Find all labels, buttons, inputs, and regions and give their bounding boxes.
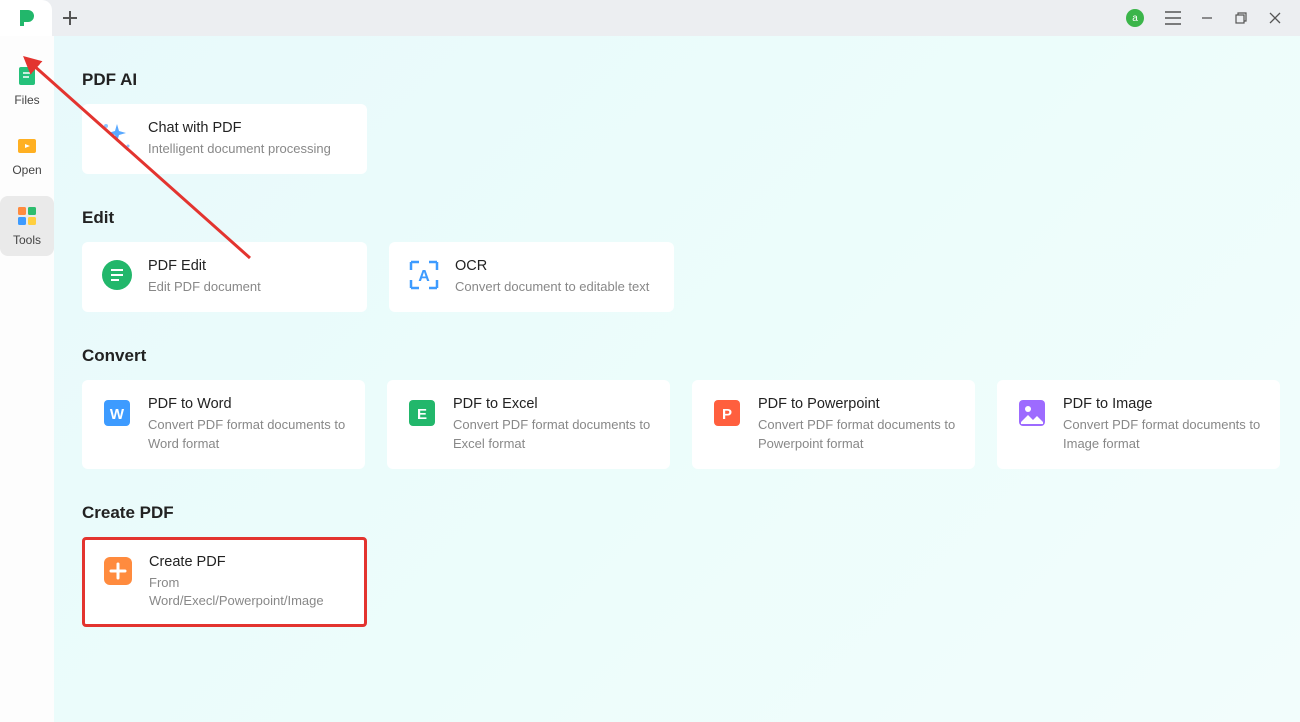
card-pdf-to-powerpoint[interactable]: P PDF to Powerpoint Convert PDF format d… (692, 380, 975, 468)
app-logo-icon (16, 8, 36, 28)
excel-icon: E (407, 398, 437, 428)
main-panel: PDF AI Chat with PDF Intelligent documen… (54, 36, 1300, 722)
card-title: OCR (455, 258, 649, 274)
maximize-icon (1235, 12, 1247, 24)
card-desc: Convert PDF format documents to Powerpoi… (758, 416, 957, 452)
card-title: PDF Edit (148, 258, 261, 274)
card-desc: Convert PDF format documents to Word for… (148, 416, 347, 452)
card-title: PDF to Image (1063, 396, 1262, 412)
user-avatar[interactable]: a (1126, 9, 1144, 27)
card-desc: Edit PDF document (148, 278, 261, 296)
sparkle-icon (100, 120, 134, 154)
card-pdf-edit[interactable]: PDF Edit Edit PDF document (82, 242, 367, 312)
titlebar-right: a (1126, 3, 1300, 33)
svg-text:E: E (417, 406, 427, 423)
sidebar-item-tools[interactable]: Tools (0, 196, 54, 256)
word-icon: W (102, 398, 132, 428)
card-ocr[interactable]: A OCR Convert document to editable text (389, 242, 674, 312)
section-title-edit: Edit (82, 208, 1280, 228)
close-button[interactable] (1260, 3, 1290, 33)
card-title: Chat with PDF (148, 120, 331, 136)
sidebar-item-open[interactable]: Open (0, 126, 54, 186)
card-desc: Convert document to editable text (455, 278, 649, 296)
maximize-button[interactable] (1226, 3, 1256, 33)
card-desc: Convert PDF format documents to Excel fo… (453, 416, 652, 452)
section-title-create: Create PDF (82, 503, 1280, 523)
sidebar-label-open: Open (12, 163, 41, 177)
tools-icon (16, 205, 38, 227)
card-title: Create PDF (149, 554, 348, 570)
section-title-convert: Convert (82, 346, 1280, 366)
hamburger-icon (1165, 11, 1181, 25)
sidebar: Files Open Tools (0, 36, 54, 722)
new-tab-button[interactable] (52, 0, 88, 36)
ocr-icon: A (407, 258, 441, 292)
card-title: PDF to Excel (453, 396, 652, 412)
card-pdf-to-excel[interactable]: E PDF to Excel Convert PDF format docume… (387, 380, 670, 468)
svg-text:A: A (418, 268, 430, 285)
minimize-icon (1201, 12, 1213, 24)
sidebar-label-tools: Tools (13, 233, 41, 247)
card-title: PDF to Powerpoint (758, 396, 957, 412)
card-desc: Convert PDF format documents to Image fo… (1063, 416, 1262, 452)
sidebar-item-files[interactable]: Files (0, 56, 54, 116)
card-create-pdf[interactable]: Create PDF From Word/Execl/Powerpoint/Im… (82, 537, 367, 627)
files-icon (16, 65, 38, 87)
svg-text:P: P (722, 406, 732, 423)
close-icon (1269, 12, 1281, 24)
card-desc: From Word/Execl/Powerpoint/Image (149, 574, 348, 610)
card-pdf-to-word[interactable]: W PDF to Word Convert PDF format documen… (82, 380, 365, 468)
card-pdf-to-image[interactable]: PDF to Image Convert PDF format document… (997, 380, 1280, 468)
titlebar: a (0, 0, 1300, 36)
titlebar-left (0, 0, 88, 36)
card-title: PDF to Word (148, 396, 347, 412)
app-tab[interactable] (0, 0, 52, 36)
card-chat-with-pdf[interactable]: Chat with PDF Intelligent document proce… (82, 104, 367, 174)
pdf-edit-icon (100, 258, 134, 292)
section-title-pdf-ai: PDF AI (82, 70, 1280, 90)
minimize-button[interactable] (1192, 3, 1222, 33)
plus-icon (63, 11, 77, 25)
svg-text:W: W (110, 406, 125, 423)
powerpoint-icon: P (712, 398, 742, 428)
create-pdf-icon (102, 555, 134, 587)
menu-button[interactable] (1158, 3, 1188, 33)
open-icon (16, 135, 38, 157)
card-desc: Intelligent document processing (148, 140, 331, 158)
image-icon (1017, 398, 1047, 428)
sidebar-label-files: Files (14, 93, 39, 107)
